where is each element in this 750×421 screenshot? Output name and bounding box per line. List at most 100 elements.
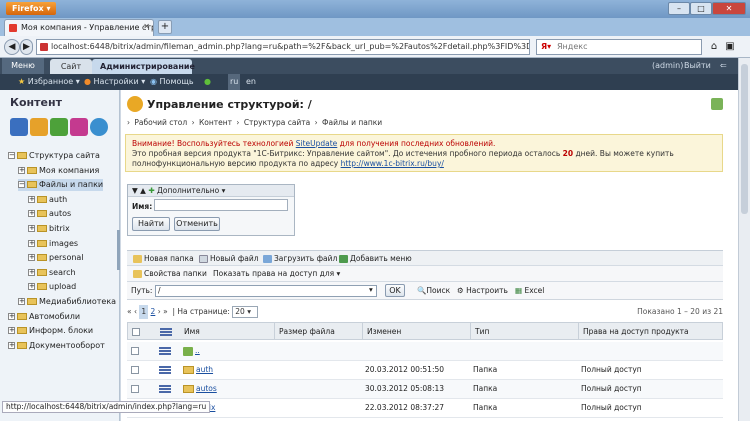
expand-icon[interactable]: +: [28, 254, 35, 262]
expand-icon[interactable]: +: [28, 283, 35, 291]
update-icon[interactable]: ●: [204, 74, 211, 90]
page-scrollbar[interactable]: [738, 58, 750, 421]
tree-item[interactable]: + Моя компания: [18, 165, 99, 177]
table-row[interactable]: bitrix22.03.2012 08:37:27ПапкаПолный дос…: [127, 399, 723, 418]
minimize-button[interactable]: –: [668, 2, 690, 15]
first-page[interactable]: «: [127, 307, 132, 316]
find-button[interactable]: Найти: [132, 217, 170, 231]
tree-item[interactable]: + personal: [28, 252, 84, 264]
buy-link[interactable]: http://www.1c-bitrix.ru/buy/: [341, 159, 444, 168]
breadcrumb-content[interactable]: Контент: [199, 118, 232, 127]
menu-toggle[interactable]: Меню: [2, 58, 44, 74]
expand-icon[interactable]: +: [28, 225, 35, 232]
print-icon[interactable]: [711, 98, 723, 110]
lang-ru[interactable]: ru: [228, 74, 241, 90]
tree-item[interactable]: + auth: [28, 194, 67, 206]
shop-module-icon[interactable]: [50, 118, 68, 136]
col-access[interactable]: Права на доступ продукта: [578, 323, 689, 340]
expand-icon[interactable]: +: [28, 195, 35, 203]
file-name[interactable]: autos: [183, 380, 217, 398]
settings-button[interactable]: ⚙ Настроить: [457, 286, 508, 295]
show-access-dropdown[interactable]: Показать права на доступ для ▾: [213, 266, 340, 281]
favorites-menu[interactable]: ★ Избранное ▾: [18, 74, 80, 90]
tree-item[interactable]: + search: [28, 267, 76, 279]
tree-item[interactable]: − Структура сайта: [8, 150, 100, 162]
col-modified[interactable]: Изменен: [362, 323, 401, 340]
last-page[interactable]: »: [163, 307, 168, 316]
page-2[interactable]: 2: [151, 307, 156, 316]
next-page[interactable]: ›: [158, 307, 161, 316]
tree-item[interactable]: + images: [28, 238, 78, 250]
filter-name-input[interactable]: [154, 199, 288, 211]
scrollbar-thumb[interactable]: [741, 64, 748, 214]
tree-item[interactable]: − Файлы и папки: [18, 179, 104, 192]
filter-up-icon[interactable]: ▲: [140, 186, 146, 195]
tree-item[interactable]: + bitrix: [28, 223, 70, 235]
file-name[interactable]: ..: [183, 342, 200, 360]
home-icon[interactable]: ⌂: [706, 39, 722, 55]
expand-icon[interactable]: +: [8, 341, 15, 349]
lang-en[interactable]: en: [246, 74, 256, 90]
table-row[interactable]: autos 30.03.2012 05:08:13 Папка Полный дост…: [127, 380, 723, 399]
help-link[interactable]: ◉ Помощь: [150, 74, 194, 90]
content-module-icon[interactable]: [30, 118, 48, 136]
path-ok-button[interactable]: OK: [385, 284, 405, 297]
tree-item[interactable]: + Информ. блоки: [8, 325, 93, 337]
breadcrumb-desktop[interactable]: Рабочий стол: [134, 118, 187, 127]
filter-more-dropdown[interactable]: Дополнительно: [157, 186, 219, 195]
tab-administration[interactable]: Администрирование: [92, 59, 195, 74]
file-name-link[interactable]: autos: [196, 384, 217, 393]
path-dropdown-icon[interactable]: ▾: [369, 285, 373, 294]
collapse-icon[interactable]: −: [8, 152, 15, 159]
expand-icon[interactable]: +: [8, 327, 15, 335]
row-actions-icon[interactable]: [159, 347, 171, 355]
tree-item[interactable]: + autos: [28, 208, 71, 220]
tab-site[interactable]: Сайт: [50, 59, 92, 74]
breadcrumb-files[interactable]: Файлы и папки: [322, 118, 382, 127]
collapse-icon[interactable]: −: [18, 181, 25, 189]
browser-tab[interactable]: Моя компания - Управление структурой ✕: [4, 19, 154, 36]
breadcrumb-structure[interactable]: Структура сайта: [244, 118, 310, 127]
add-menu-button[interactable]: Добавить меню: [339, 251, 412, 266]
select-all-checkbox[interactable]: [132, 328, 140, 336]
prev-page[interactable]: ‹: [134, 307, 137, 316]
table-row[interactable]: auth 20.03.2012 00:51:50 Папка Полный досту…: [127, 361, 723, 380]
row-checkbox[interactable]: [131, 385, 139, 393]
expand-icon[interactable]: +: [18, 166, 25, 174]
file-name-link[interactable]: auth: [196, 365, 213, 374]
search-box[interactable]: Я▾ Яндекс: [536, 39, 702, 55]
expand-icon[interactable]: +: [18, 298, 25, 305]
tree-item[interactable]: + Документооборот: [8, 340, 105, 352]
per-page-select[interactable]: 20 ▾: [232, 306, 259, 318]
settings-menu[interactable]: ● Настройки ▾: [84, 74, 145, 90]
services-module-icon[interactable]: [90, 118, 108, 136]
tree-item[interactable]: + upload: [28, 281, 76, 293]
folder-props-button[interactable]: Свойства папки: [133, 266, 207, 281]
firefox-menu-button[interactable]: Firefox ▾: [6, 2, 56, 15]
back-arrow-icon[interactable]: ◀: [4, 39, 20, 55]
file-name[interactable]: auth: [183, 361, 213, 379]
panel-splitter[interactable]: [117, 230, 120, 270]
pin-icon[interactable]: ⇐: [720, 58, 727, 74]
expand-icon[interactable]: +: [28, 268, 35, 276]
cancel-button[interactable]: Отменить: [174, 217, 220, 231]
close-tab-icon[interactable]: ✕: [143, 22, 150, 31]
new-folder-button[interactable]: Новая папка: [133, 251, 194, 266]
row-checkbox[interactable]: [131, 366, 139, 374]
row-checkbox[interactable]: [131, 347, 139, 355]
row-actions-icon[interactable]: [159, 385, 171, 393]
excel-button[interactable]: ▦ Excel: [515, 286, 544, 295]
col-type[interactable]: Тип: [470, 323, 489, 340]
filter-down-icon[interactable]: ▼: [132, 186, 138, 195]
admin-user[interactable]: (admin): [652, 58, 683, 74]
path-input[interactable]: /: [155, 285, 377, 297]
new-file-button[interactable]: Новый файл: [199, 251, 259, 266]
expand-icon[interactable]: +: [28, 239, 35, 247]
upload-file-button[interactable]: Загрузить файл: [263, 251, 337, 266]
search-button[interactable]: 🔍Поиск: [417, 286, 450, 295]
row-actions-icon[interactable]: [159, 366, 171, 374]
col-name[interactable]: Имя: [184, 323, 200, 340]
file-name-link[interactable]: ..: [195, 346, 200, 355]
marketing-module-icon[interactable]: [70, 118, 88, 136]
siteupdate-link[interactable]: SiteUpdate: [296, 139, 338, 148]
